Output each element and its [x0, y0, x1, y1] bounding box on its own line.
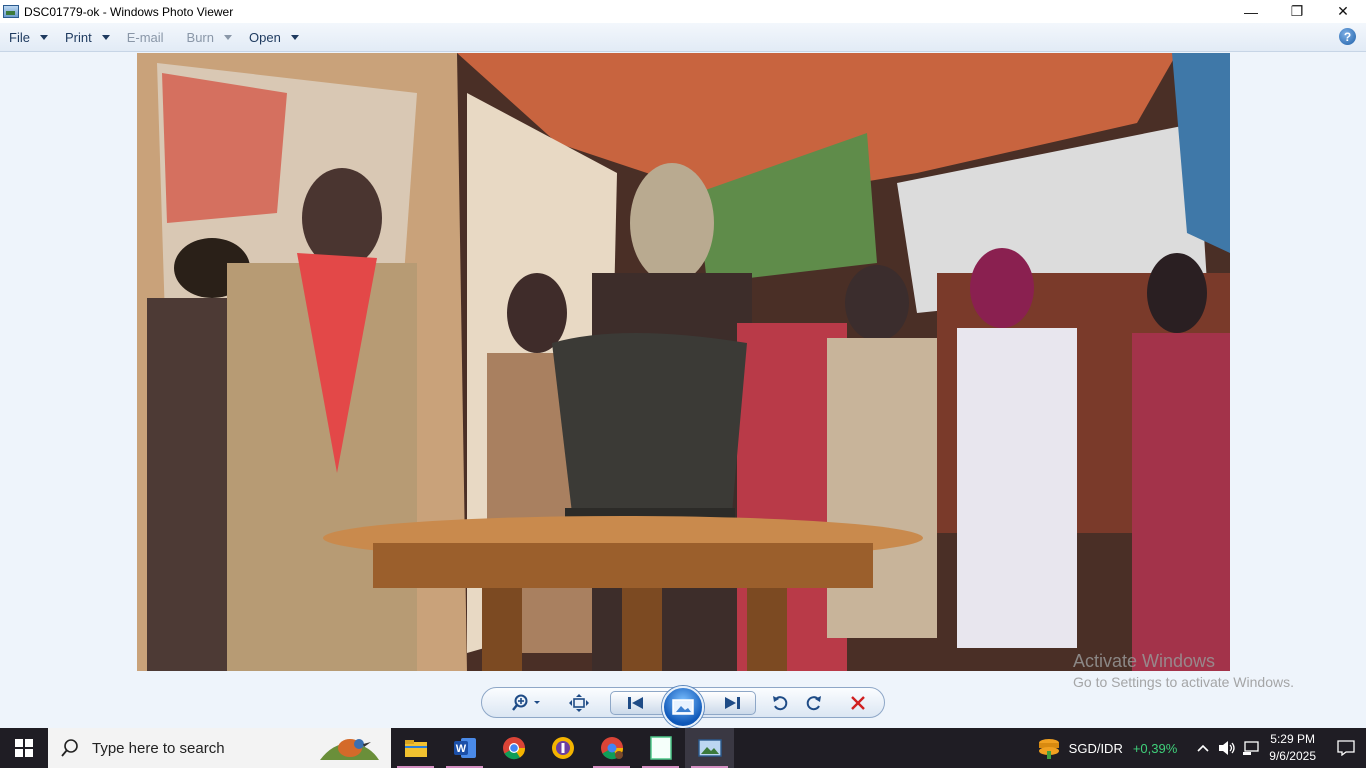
chevron-down-icon	[224, 34, 232, 40]
fit-window-icon	[569, 694, 589, 712]
rotate-clockwise-button[interactable]	[800, 692, 828, 714]
start-button[interactable]	[0, 728, 48, 768]
show-hidden-icons-chevron-icon[interactable]	[1191, 744, 1215, 752]
taskbar: Type here to search W SGD/IDR +0,39% 5:2…	[0, 728, 1366, 768]
taskbar-file-explorer[interactable]	[391, 728, 440, 768]
rotate-counterclockwise-button[interactable]	[766, 692, 794, 714]
ticker-pair: SGD/IDR	[1068, 740, 1123, 756]
previous-icon	[628, 697, 643, 709]
zoom-button[interactable]	[510, 692, 544, 714]
menu-open[interactable]: Open	[240, 23, 307, 52]
menu-email[interactable]: E-mail	[118, 23, 172, 52]
watermark-title: Activate Windows	[1073, 651, 1216, 671]
menu-burn[interactable]: Burn	[178, 23, 240, 52]
menu-email-label: E-mail	[126, 29, 164, 45]
menu-print[interactable]: Print	[56, 23, 118, 52]
displayed-photo[interactable]	[137, 53, 1230, 671]
search-highlight-bird-icon	[320, 739, 379, 760]
clock-date: 9/6/2025	[1269, 749, 1316, 763]
menu-burn-label: Burn	[186, 29, 214, 45]
taskbar-chrome-profile[interactable]	[587, 728, 636, 768]
clock-time: 5:29 PM	[1270, 732, 1315, 746]
minimize-button[interactable]: —	[1228, 0, 1274, 23]
notification-center-button[interactable]	[1326, 728, 1366, 768]
help-button[interactable]: ?	[1339, 28, 1356, 45]
taskbar-word[interactable]: W	[440, 728, 489, 768]
chevron-down-icon	[39, 34, 48, 40]
activate-windows-watermark: Activate Windows Go to Settings to activ…	[1073, 651, 1294, 690]
taskbar-photo-viewer[interactable]	[685, 728, 734, 768]
currency-ticker-widget[interactable]: SGD/IDR +0,39%	[1037, 737, 1178, 759]
svg-text:W: W	[455, 743, 466, 755]
delete-icon	[851, 696, 865, 710]
vpn-icon	[551, 737, 574, 759]
slideshow-button[interactable]	[662, 686, 704, 728]
photo-viewer-app-icon	[3, 5, 19, 18]
rotate-ccw-icon	[773, 696, 788, 711]
menu-print-label: Print	[64, 29, 92, 45]
ticker-change: +0,39%	[1132, 740, 1178, 756]
viewer-toolbar	[481, 686, 885, 728]
image-viewport: Activate Windows Go to Settings to activ…	[0, 53, 1366, 690]
chrome-icon	[502, 737, 525, 760]
file-explorer-icon	[404, 740, 427, 757]
slideshow-icon	[672, 699, 694, 715]
close-button[interactable]: ✕	[1320, 0, 1366, 23]
chevron-down-icon	[290, 34, 299, 40]
zoom-icon	[512, 694, 540, 711]
title-bar: DSC01779-ok - Windows Photo Viewer — ❐ ✕	[0, 0, 1366, 23]
word-icon: W	[453, 738, 476, 758]
taskbar-chrome[interactable]	[489, 728, 538, 768]
menu-file-label: File	[9, 29, 30, 45]
menu-file[interactable]: File	[0, 23, 56, 52]
chevron-down-icon	[101, 34, 110, 40]
coin-stack-icon	[1038, 739, 1059, 759]
previous-button[interactable]	[621, 692, 651, 714]
volume-icon[interactable]	[1215, 740, 1239, 756]
notepad-icon	[649, 736, 672, 760]
watermark-subtitle: Go to Settings to activate Windows.	[1073, 674, 1294, 690]
search-placeholder: Type here to search	[92, 739, 225, 757]
delete-button[interactable]	[844, 692, 872, 714]
window-controls: — ❐ ✕	[1228, 0, 1366, 23]
photo-viewer-icon	[697, 739, 722, 757]
next-button[interactable]	[717, 692, 747, 714]
taskbar-vpn[interactable]	[538, 728, 587, 768]
system-tray: SGD/IDR +0,39% 5:29 PM 9/6/2025	[1037, 728, 1366, 768]
menu-bar: File Print E-mail Burn Open ?	[0, 23, 1366, 52]
window-title: DSC01779-ok - Windows Photo Viewer	[24, 4, 234, 19]
search-icon	[61, 739, 78, 757]
taskbar-search-box[interactable]: Type here to search	[48, 728, 391, 768]
notification-icon	[1337, 740, 1355, 756]
taskbar-notepad[interactable]	[636, 728, 685, 768]
actual-size-button[interactable]	[566, 692, 592, 714]
menu-open-label: Open	[249, 29, 281, 45]
rotate-cw-icon	[806, 696, 821, 711]
maximize-button[interactable]: ❐	[1274, 0, 1320, 23]
chrome-profile-icon	[600, 737, 623, 760]
network-icon[interactable]	[1239, 740, 1263, 756]
next-icon	[725, 697, 740, 709]
taskbar-clock[interactable]: 5:29 PM 9/6/2025	[1269, 731, 1316, 765]
windows-logo-icon	[15, 739, 33, 757]
